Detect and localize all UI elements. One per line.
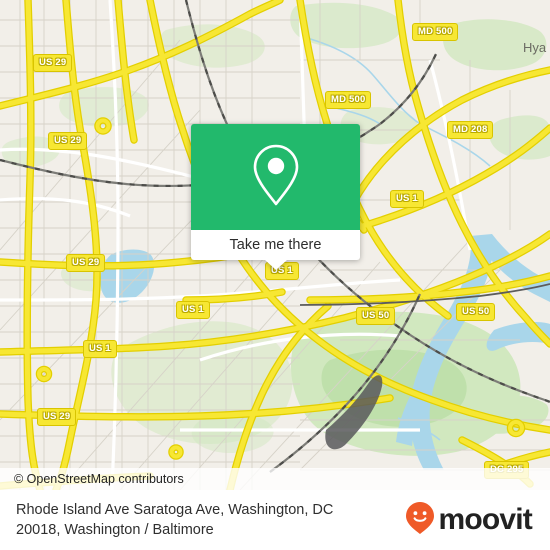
road-shield: US 1: [390, 190, 424, 208]
place-label-hyattsville: Hya: [523, 40, 547, 55]
road-shield: US 1: [176, 301, 210, 319]
moovit-pin-icon: [405, 501, 435, 540]
moovit-wordmark: moovit: [438, 503, 532, 536]
map-attribution-bar: © OpenStreetMap contributors: [0, 468, 550, 490]
moovit-brand-logo[interactable]: moovit: [405, 501, 536, 540]
road-shield: MD 208: [447, 121, 494, 139]
road-shield: US 1: [83, 340, 117, 358]
map-viewport[interactable]: Hya US 29 US 29 US 29 US 1 US 1 US 29 US 1 MD 5…: [0, 0, 550, 490]
osm-attribution-text[interactable]: © OpenStreetMap contributors: [14, 472, 184, 486]
road-shield: US 50: [356, 307, 396, 325]
road-shield: MD 500: [325, 91, 372, 109]
road-shield: US 50: [456, 303, 496, 321]
popup-cta-panel[interactable]: Take me there: [191, 230, 360, 270]
address-block: Rhode Island Ave Saratoga Ave, Washingto…: [16, 500, 405, 540]
moovit-map-share-card: Hya US 29 US 29 US 29 US 1 US 1 US 29 US 1 MD 5…: [0, 0, 550, 550]
take-me-there-label: Take me there: [229, 237, 322, 253]
road-shield: US 29: [48, 132, 88, 150]
popup-pointer-arrow: [264, 260, 287, 270]
road-shield: US 29: [37, 408, 77, 426]
map-pin-icon: [250, 143, 302, 212]
road-shield: US 29: [66, 254, 106, 272]
destination-popup-card[interactable]: Take me there: [191, 124, 360, 270]
road-shield: MD 500: [412, 23, 459, 41]
address-line-2: 20018, Washington / Baltimore: [16, 522, 214, 538]
address-line-1: Rhode Island Ave Saratoga Ave, Washingto…: [16, 502, 334, 518]
road-shield: US 29: [33, 54, 73, 72]
popup-icon-panel: [191, 124, 360, 230]
footer-bar: Rhode Island Ave Saratoga Ave, Washingto…: [0, 490, 550, 550]
